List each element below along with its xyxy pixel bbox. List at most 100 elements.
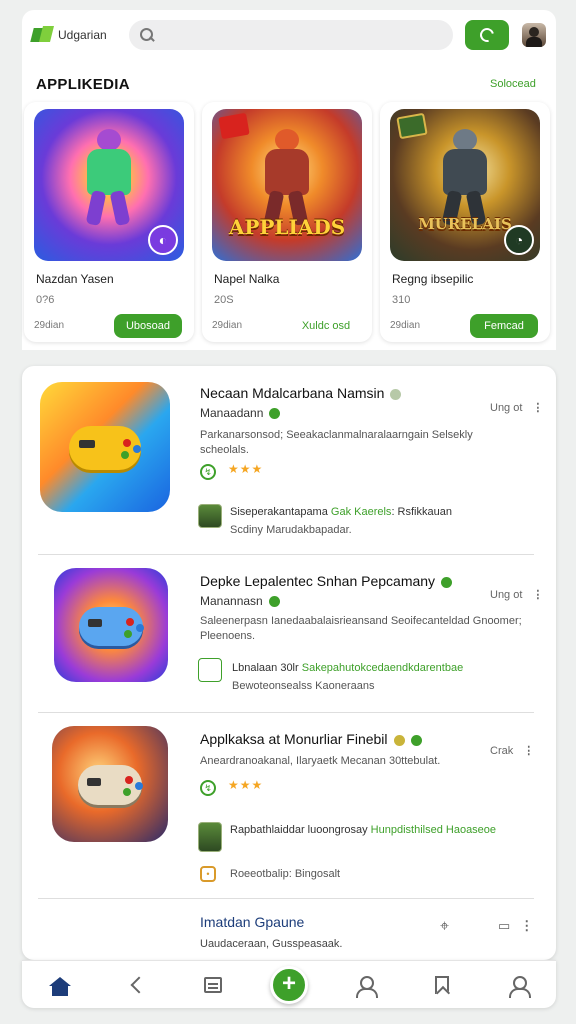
top-bar: Udgarian [22, 10, 556, 60]
nav-add[interactable]: + [269, 965, 309, 1005]
featured-number: 20S [214, 294, 234, 306]
bottom-nav: + [22, 960, 556, 1008]
gamepad-icon [68, 426, 142, 471]
nav-profile[interactable] [345, 965, 385, 1005]
gamepad-icon [79, 606, 143, 646]
item-meta: Lbnalaan 30lr Sakepahutokcedaendkdarentb… [232, 662, 464, 674]
featured-number: 0?6 [36, 294, 55, 306]
item-actions[interactable]: Ung ot ⋮ [490, 401, 543, 414]
featured-art: MURELAIS ◔ [390, 109, 540, 261]
app-icon [40, 382, 170, 512]
item-meta-secondary: Roeeotbalip: Bingosalt [230, 868, 341, 880]
section-title: APPLIKEDIA [36, 76, 130, 93]
more-icon: ⋮ [523, 745, 535, 757]
featured-action-button[interactable]: Ubosoad [114, 314, 182, 338]
list-item[interactable]: Imatdan Gpaune Uaudaceraan, Gusspeasaak.… [38, 906, 534, 960]
item-meta: Siseperakantapama Gak Kaerels: Rsfikkaua… [230, 506, 452, 518]
hero-figure [257, 127, 317, 227]
more-icon: ⋮ [520, 918, 534, 933]
refresh-button[interactable] [465, 20, 510, 50]
featured-action-button[interactable]: Femcad [470, 314, 538, 338]
rating-stars: ★★★ [228, 462, 264, 476]
item-actions[interactable]: Crak ⋮ [490, 744, 534, 757]
list-item[interactable]: Necaan Mdalcarbana Namsin Manaadann Park… [38, 378, 543, 548]
featured-name: Regng ibsepilic [392, 272, 474, 286]
featured-name: Napel Nalka [214, 272, 280, 286]
more-icon: ⋮ [532, 589, 544, 601]
download-icon: ↯ [200, 464, 216, 480]
item-title: Imatdan Gpaune [200, 914, 305, 930]
item-actions[interactable]: Ung ot ⋮ [490, 588, 543, 601]
message-icon: ▭ [498, 918, 511, 933]
item-description: Aneardranoakanal, Ilaryaetk Mecanan 30tt… [200, 755, 441, 767]
featured-card[interactable]: MURELAIS ◔ Regng ibsepilic 310 29dian Fe… [380, 102, 550, 342]
item-subtitle: Manannasn [200, 594, 280, 608]
list-item[interactable]: Applkaksa at Monurliar Finebil Aneardran… [38, 720, 534, 896]
logo-icon [32, 26, 54, 44]
add-icon: + [269, 965, 308, 1004]
list-item[interactable]: Depke Lepalentec Snhan Pepcamany Mananna… [38, 562, 543, 712]
featured-action-button[interactable]: Xuldc osd [292, 314, 360, 338]
item-actions[interactable]: ▭ ⋮ [498, 918, 533, 934]
divider [38, 712, 534, 713]
nav-home[interactable] [40, 965, 80, 1005]
tag-icon [393, 734, 405, 746]
pin-icon[interactable]: ⌖ [440, 918, 449, 936]
featured-number: 310 [392, 294, 411, 306]
nav-account[interactable] [498, 965, 538, 1005]
divider [38, 554, 534, 555]
item-subtitle: Uaudaceraan, Gusspeasaak. [200, 938, 343, 950]
featured-art: ◐ [34, 109, 184, 261]
featured-card[interactable]: APPLIADS Napel Nalka 20S 29dian Xuldc os… [202, 102, 372, 342]
logo-text: Udgarian [58, 28, 107, 42]
section-link[interactable]: Solocead [490, 78, 536, 90]
verified-icon [410, 734, 422, 746]
home-icon [49, 977, 72, 996]
divider [38, 898, 534, 899]
thumbnail [198, 658, 222, 682]
verified-icon [268, 596, 280, 608]
item-meta: Rapbathlaiddar luoongrosay Hunpdisthilse… [230, 824, 497, 836]
item-subtitle: Manaadann [200, 406, 281, 420]
game-badge-icon: ◐ [148, 225, 178, 255]
list-icon [203, 976, 222, 993]
tag-icon [441, 576, 453, 588]
flag-icon [396, 112, 428, 140]
account-icon [508, 975, 531, 998]
app-list: Necaan Mdalcarbana Namsin Manaadann Park… [22, 366, 556, 960]
featured-size: 29dian [212, 320, 243, 331]
rating-stars: ★★★ [228, 778, 264, 792]
bookmark-icon [434, 975, 449, 994]
item-title: Depke Lepalentec Snhan Pepcamany [200, 573, 453, 589]
hero-figure [435, 127, 495, 227]
hero-figure [79, 127, 139, 227]
item-meta-secondary: Scdiny Marudakbapadar. [230, 524, 352, 536]
search-input[interactable] [129, 20, 454, 50]
nav-list[interactable] [193, 965, 233, 1005]
app-icon [52, 726, 168, 842]
item-title: Applkaksa at Monurliar Finebil [200, 731, 422, 747]
thumbnail [198, 822, 222, 852]
info-icon: • [200, 866, 216, 882]
verified-icon [269, 408, 281, 420]
download-icon: ↯ [200, 780, 216, 796]
item-title: Necaan Mdalcarbana Namsin [200, 385, 402, 401]
back-icon [130, 976, 148, 993]
avatar[interactable] [522, 23, 546, 47]
featured-art: APPLIADS [212, 109, 362, 261]
item-description: Parkanarsonsod; Seeakaclanmalnaralaarnga… [200, 429, 473, 456]
app-logo[interactable]: Udgarian [32, 26, 123, 44]
featured-size: 29dian [390, 320, 421, 331]
nav-back[interactable] [116, 965, 156, 1005]
search-icon [139, 27, 155, 43]
profile-icon [356, 975, 379, 998]
app-icon [54, 568, 168, 682]
tag-icon [390, 388, 402, 400]
nav-bookmarks[interactable] [422, 965, 462, 1005]
item-description: Saleenerpasn Ianedaabalaisrieansand Seoi… [200, 615, 522, 642]
featured-card[interactable]: ◐ Nazdan Yasen 0?6 29dian Ubosoad [24, 102, 194, 342]
featured-size: 29dian [34, 320, 65, 331]
refresh-icon [477, 25, 497, 45]
art-label: APPLIADS [228, 215, 346, 239]
featured-name: Nazdan Yasen [36, 272, 114, 286]
